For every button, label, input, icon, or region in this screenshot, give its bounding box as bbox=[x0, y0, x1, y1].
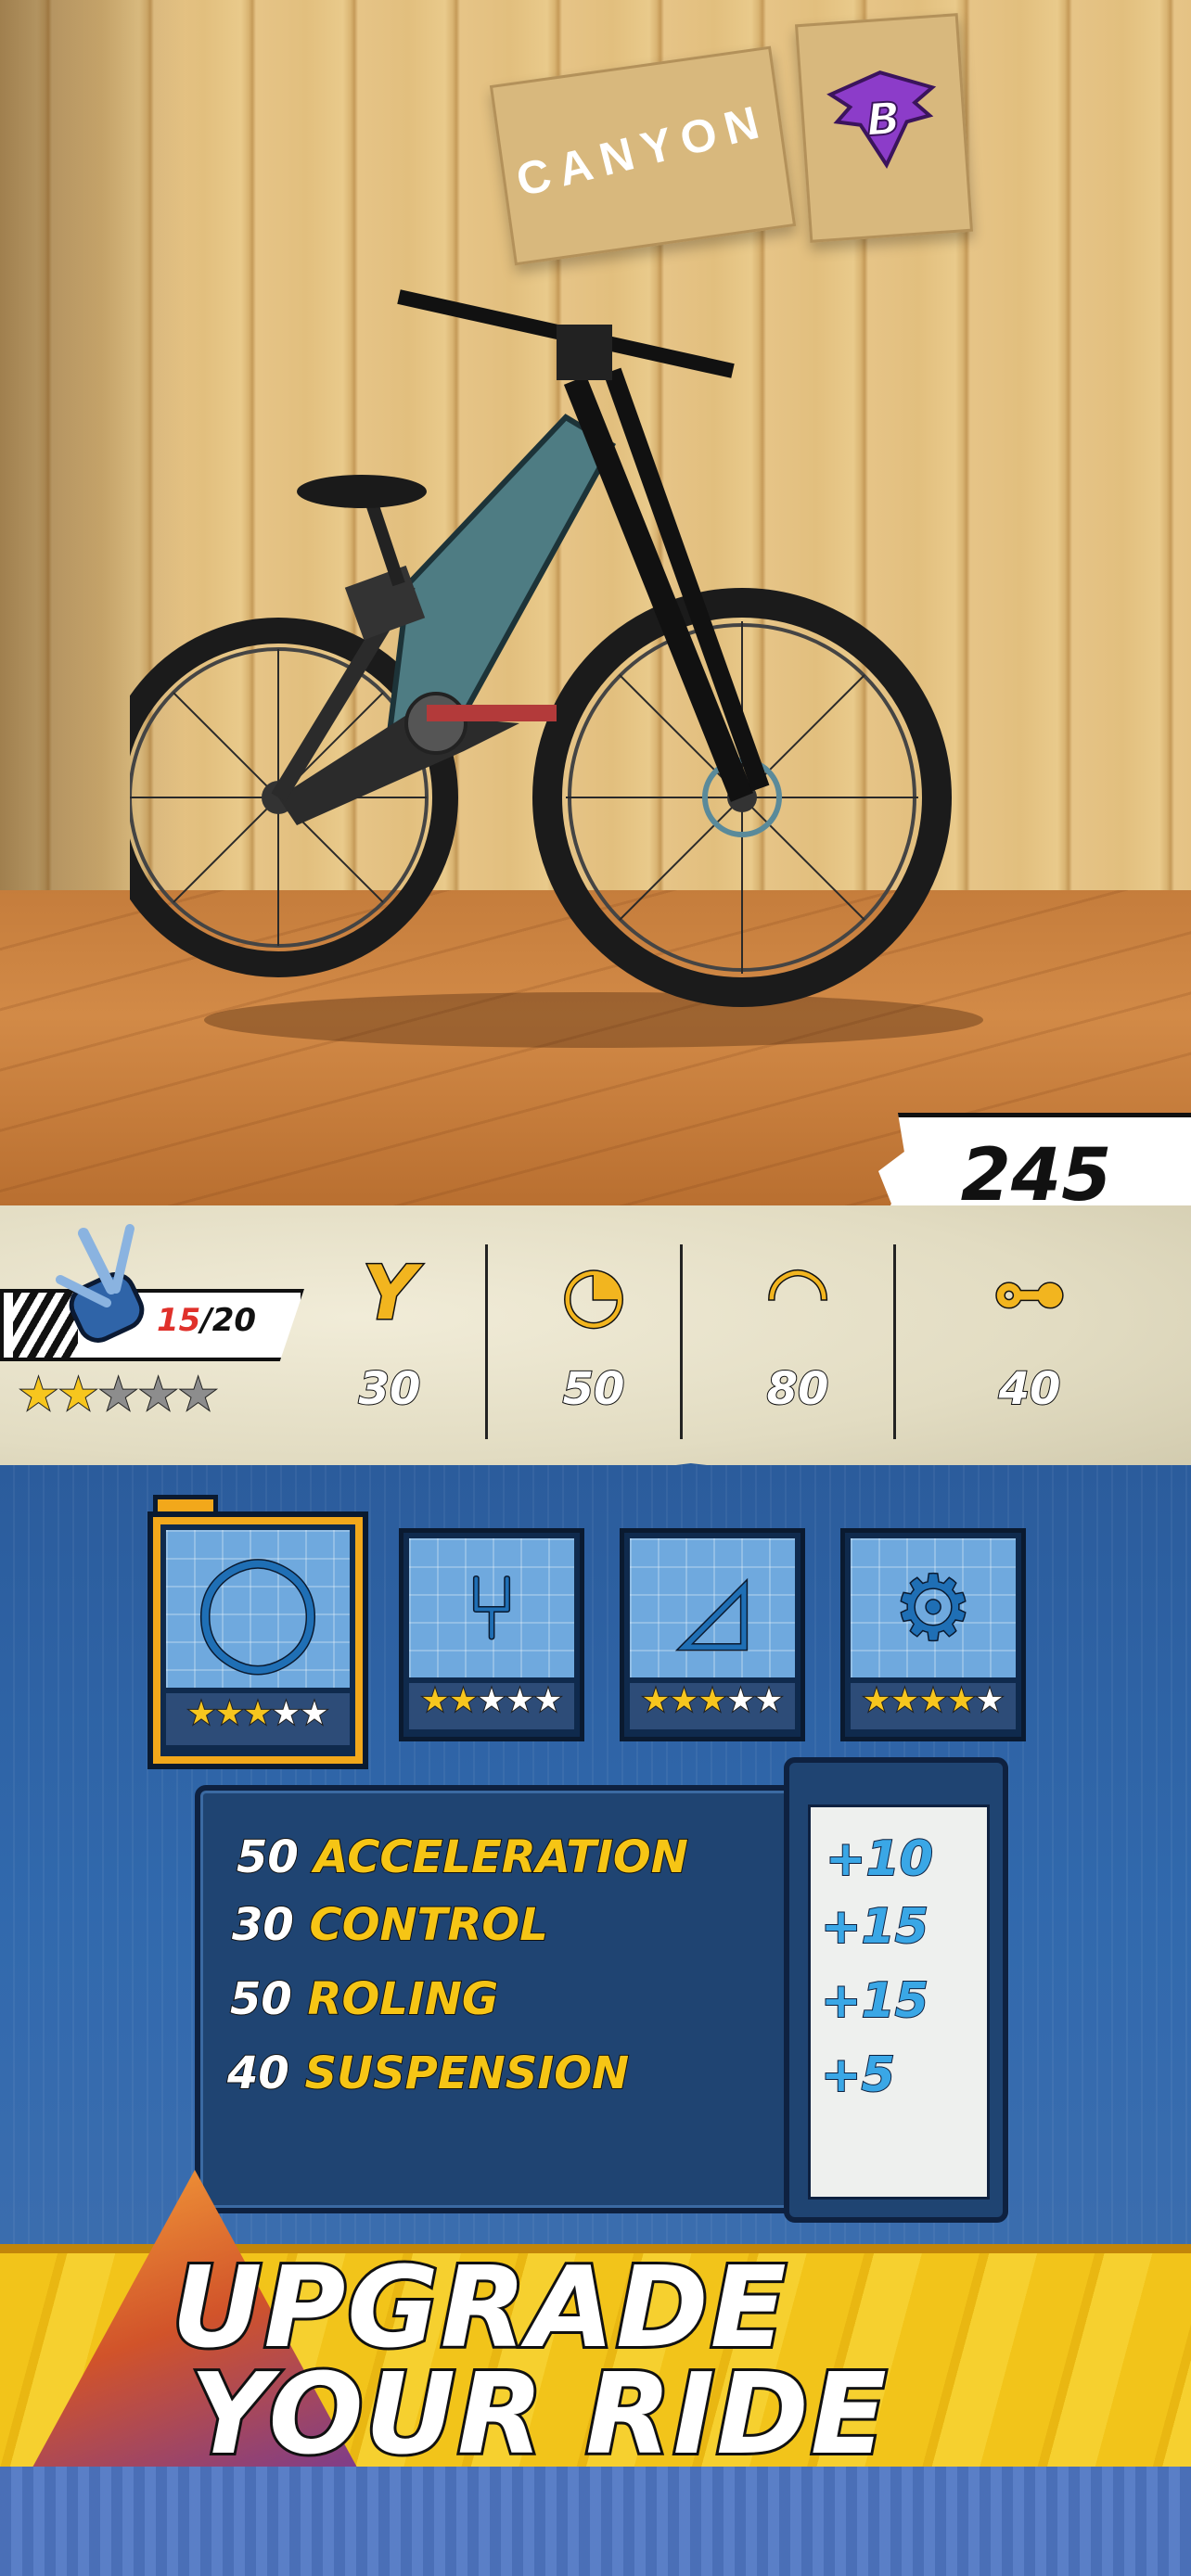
tire-icon: ◠ bbox=[768, 1250, 828, 1336]
part-stars: ★★★★★ bbox=[166, 1693, 350, 1745]
level-counter: 15/20 bbox=[157, 1302, 257, 1339]
logo-sign: B bbox=[794, 13, 974, 243]
row-label: ROLING bbox=[307, 1972, 500, 2026]
level-current: 15 bbox=[157, 1302, 201, 1339]
part-stars: ★★★★★ bbox=[851, 1683, 1016, 1729]
upgrade-row-control: 30 CONTROL bbox=[231, 1898, 549, 1952]
row-label: CONTROL bbox=[309, 1898, 549, 1952]
footer-strip bbox=[0, 2467, 1191, 2576]
stat-value-shock: 40 bbox=[998, 1362, 1062, 1416]
part-card-tire[interactable]: ◯ ★★★★★ bbox=[153, 1517, 363, 1764]
part-card-drivetrain[interactable]: ⚙ ★★★★★ bbox=[840, 1528, 1026, 1741]
row-label: ACCELERATION bbox=[314, 1830, 689, 1884]
fork-icon: Y bbox=[362, 1250, 418, 1336]
garage-scene: CANYON B bbox=[0, 0, 1191, 1205]
part-card-frame[interactable]: ◿ ★★★★★ bbox=[620, 1528, 805, 1741]
star-empty-icon: ★ bbox=[137, 1369, 179, 1421]
speedometer-icon: ◔ bbox=[560, 1250, 628, 1336]
wings-logo-icon: B bbox=[826, 70, 937, 170]
star-empty-icon: ★ bbox=[97, 1369, 139, 1421]
upgrade-row-acceleration: 50 ACCELERATION bbox=[236, 1830, 689, 1884]
stat-value-speed: 50 bbox=[562, 1362, 626, 1416]
row-label: SUSPENSION bbox=[304, 2047, 631, 2100]
brand-sign: CANYON bbox=[489, 45, 797, 266]
bonus-acceleration: +10 bbox=[825, 1830, 934, 1888]
part-stars: ★★★★★ bbox=[409, 1683, 574, 1729]
stat-divider bbox=[893, 1244, 896, 1439]
stat-value-fork: 30 bbox=[358, 1362, 422, 1416]
headline-line-1: UPGRADE bbox=[169, 2244, 789, 2373]
stat-value-tire: 80 bbox=[766, 1362, 830, 1416]
frame-icon: ◿ bbox=[677, 1555, 749, 1662]
part-card-fork[interactable]: ⑂ ★★★★★ bbox=[399, 1528, 584, 1741]
multitool-icon bbox=[56, 1224, 145, 1343]
stats-strip: 15/20 ★★★★★ Y 30 ◔ 50 ◠ 80 ⊶ 40 bbox=[0, 1205, 1191, 1502]
logo-letter: B bbox=[864, 93, 902, 147]
level-stars: ★★★★★ bbox=[18, 1369, 219, 1421]
row-value: 50 bbox=[236, 1830, 300, 1884]
fork-icon: ⑂ bbox=[464, 1555, 520, 1662]
mountain-bike bbox=[130, 289, 983, 1048]
stat-divider bbox=[485, 1244, 488, 1439]
tire-icon: ◯ bbox=[194, 1543, 321, 1675]
level-max: 20 bbox=[211, 1302, 257, 1339]
star-filled-icon: ★ bbox=[58, 1369, 99, 1421]
drivetrain-icon: ⚙ bbox=[891, 1555, 974, 1662]
bonus-rolling: +15 bbox=[820, 1972, 929, 2030]
star-empty-icon: ★ bbox=[177, 1369, 219, 1421]
upgrade-row-rolling: 50 ROLING bbox=[229, 1972, 500, 2026]
part-stars: ★★★★★ bbox=[630, 1683, 795, 1729]
row-value: 40 bbox=[226, 2047, 290, 2100]
row-value: 50 bbox=[229, 1972, 293, 2026]
stat-divider bbox=[680, 1244, 683, 1439]
row-value: 30 bbox=[231, 1898, 295, 1952]
headline-line-2: YOUR RIDE bbox=[187, 2351, 890, 2480]
bonus-suspension: +5 bbox=[820, 2047, 896, 2104]
bonus-control: +15 bbox=[820, 1898, 929, 1956]
star-filled-icon: ★ bbox=[18, 1369, 59, 1421]
upgrade-row-suspension: 40 SUSPENSION bbox=[226, 2047, 631, 2100]
brand-sign-text: CANYON bbox=[511, 94, 774, 207]
shock-icon: ⊶ bbox=[992, 1250, 1069, 1336]
